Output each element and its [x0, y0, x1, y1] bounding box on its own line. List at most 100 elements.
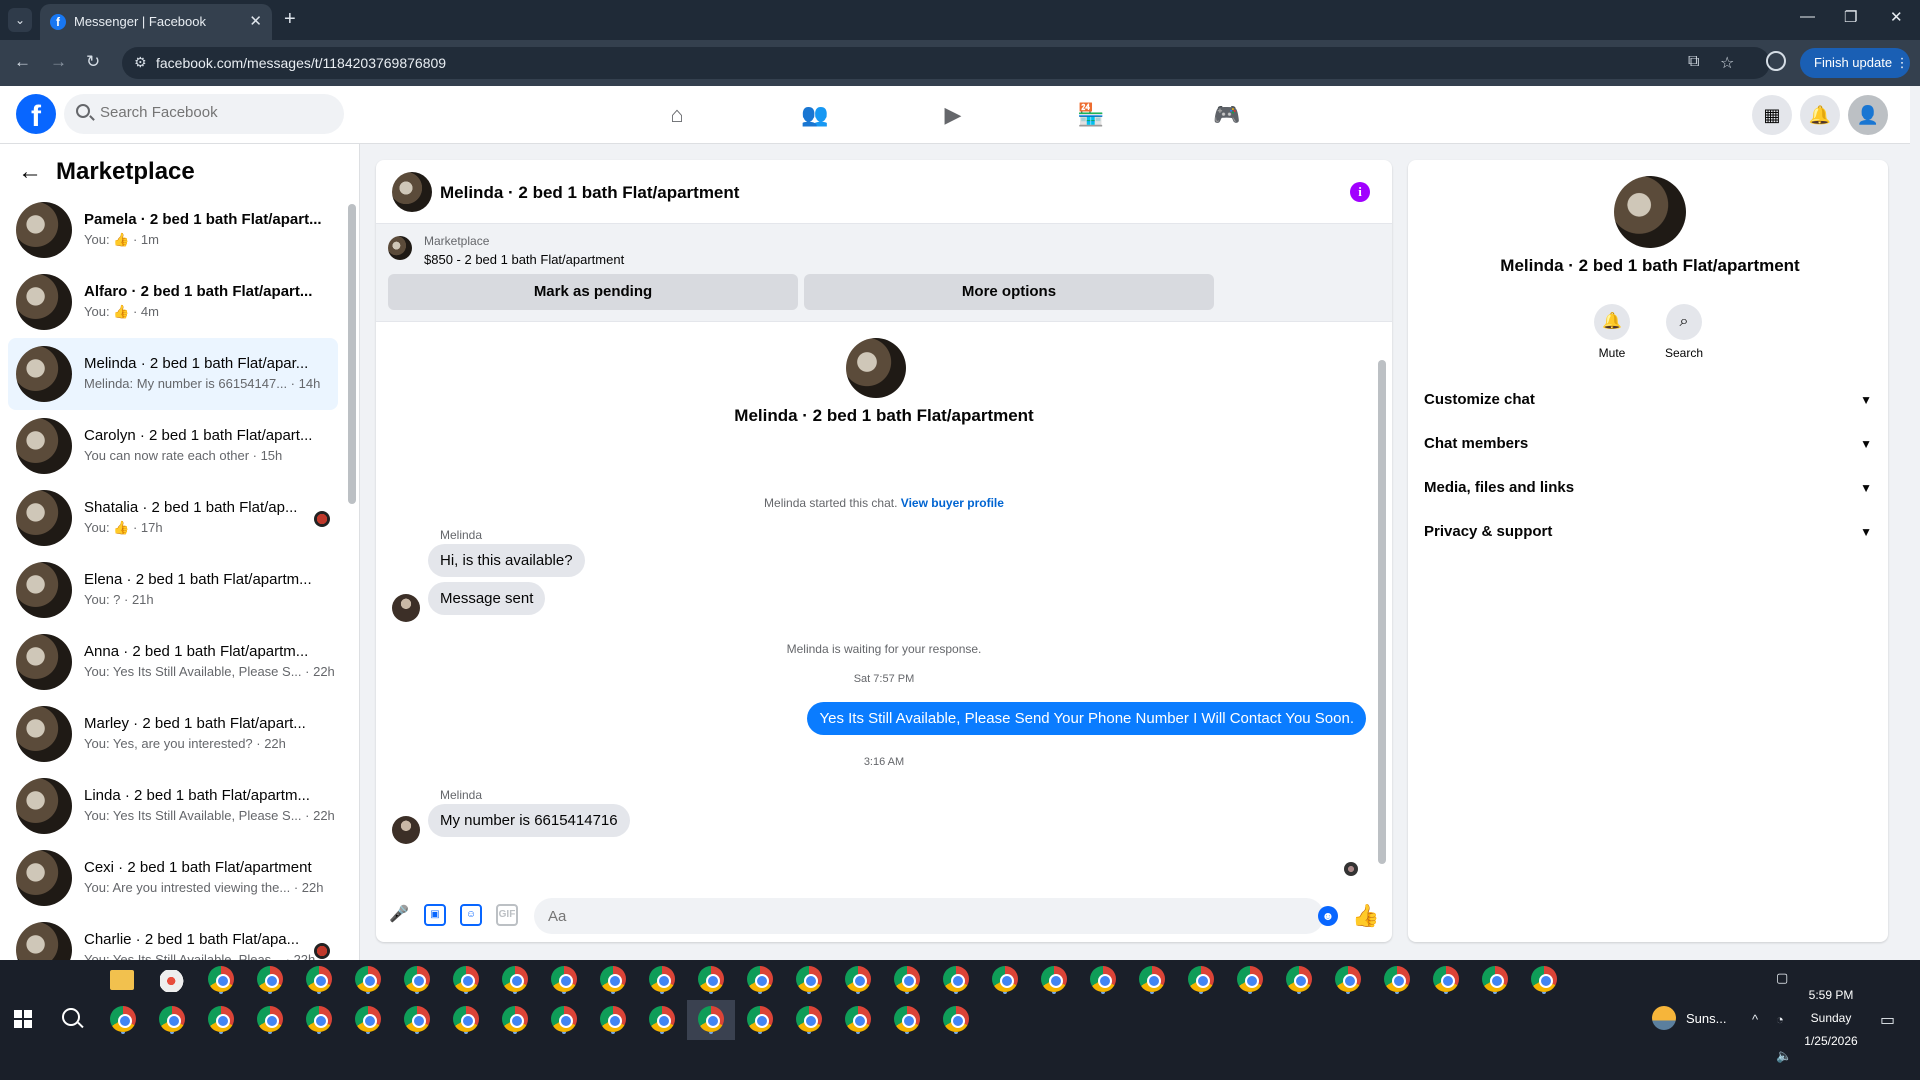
conversation-item[interactable]: Cexi · 2 bed 1 bath Flat/apartment You: A…	[8, 842, 338, 914]
message-bubble[interactable]: My number is 6615414716	[428, 804, 630, 837]
chat-members-row[interactable]: Chat members ▼	[1424, 424, 1872, 464]
sticker-icon[interactable]: ☺	[460, 904, 482, 926]
chrome-taskbar-icon[interactable]	[502, 966, 528, 992]
friends-icon[interactable]: 👥	[760, 92, 870, 138]
conversation-item[interactable]: Charlie · 2 bed 1 bath Flat/apa... You: Y…	[8, 914, 338, 960]
file-explorer-icon[interactable]	[110, 970, 134, 990]
chrome-taskbar-icon[interactable]	[404, 966, 430, 992]
chrome-taskbar-icon[interactable]	[747, 1006, 773, 1032]
conversation-item[interactable]: Shatalia · 2 bed 1 bath Flat/ap... You: 👍…	[8, 482, 338, 554]
search-in-chat-button[interactable]: ⌕ Search	[1654, 304, 1714, 360]
chat-scrollbar[interactable]	[1378, 360, 1386, 864]
conversation-item[interactable]: Linda · 2 bed 1 bath Flat/apartm... You: …	[8, 770, 338, 842]
chrome-taskbar-icon[interactable]	[404, 1006, 430, 1032]
info-icon[interactable]: i	[1350, 182, 1370, 202]
chrome-taskbar-icon[interactable]	[600, 966, 626, 992]
view-buyer-profile-link[interactable]: View buyer profile	[901, 496, 1004, 510]
back-icon[interactable]: ←	[14, 52, 31, 72]
meet-now-icon[interactable]: ▢	[1776, 970, 1788, 986]
mute-button[interactable]: 🔔 Mute	[1582, 304, 1642, 360]
chrome-taskbar-icon[interactable]	[1237, 966, 1263, 992]
chrome-taskbar-icon[interactable]	[698, 1006, 724, 1032]
listing-price[interactable]: $850 - 2 bed 1 bath Flat/apartment	[424, 252, 624, 267]
chrome-taskbar-icon[interactable]	[551, 1006, 577, 1032]
chrome-taskbar-icon[interactable]	[257, 966, 283, 992]
conversation-item[interactable]: Melinda · 2 bed 1 bath Flat/apar... Melin…	[8, 338, 338, 410]
chrome-taskbar-icon[interactable]	[1286, 966, 1312, 992]
chrome-taskbar-icon[interactable]	[306, 966, 332, 992]
forward-icon[interactable]: →	[50, 52, 67, 72]
conversation-item[interactable]: Anna · 2 bed 1 bath Flat/apartm... You: Y…	[8, 626, 338, 698]
account-avatar[interactable]: 👤	[1848, 95, 1888, 135]
chrome-taskbar-icon[interactable]	[943, 966, 969, 992]
emoji-icon[interactable]: ☻	[1318, 906, 1338, 926]
chat-avatar[interactable]	[392, 172, 432, 212]
message-input[interactable]	[534, 898, 1324, 934]
chrome-taskbar-icon[interactable]	[1188, 966, 1214, 992]
chat-title[interactable]: Melinda · 2 bed 1 bath Flat/apartment	[440, 183, 739, 203]
chrome-taskbar-icon[interactable]	[1335, 966, 1361, 992]
url-text[interactable]: facebook.com/messages/t/1184203769876809	[156, 55, 446, 71]
gif-icon[interactable]: GIF	[496, 904, 518, 926]
chrome-taskbar-icon[interactable]	[845, 966, 871, 992]
conversation-item[interactable]: Pamela · 2 bed 1 bath Flat/apart... You: …	[8, 194, 338, 266]
new-tab-icon[interactable]: +	[284, 8, 296, 31]
facebook-search[interactable]	[64, 94, 344, 134]
marketplace-icon[interactable]: 🏪	[1036, 92, 1146, 138]
volume-icon[interactable]: 🔈	[1776, 1048, 1792, 1064]
chrome-taskbar-icon[interactable]	[894, 1006, 920, 1032]
video-icon[interactable]: ▶	[898, 92, 1008, 138]
chrome-taskbar-icon[interactable]	[453, 1006, 479, 1032]
chrome-taskbar-icon[interactable]	[1139, 966, 1165, 992]
chrome-taskbar-icon[interactable]	[306, 1006, 332, 1032]
install-app-icon[interactable]: ⧉	[1688, 53, 1699, 71]
chrome-taskbar-icon[interactable]	[551, 966, 577, 992]
chrome-taskbar-icon[interactable]	[1090, 966, 1116, 992]
omnibox[interactable]: ⚙ facebook.com/messages/t/11842037698768…	[122, 47, 1770, 79]
chrome-taskbar-icon[interactable]	[992, 966, 1018, 992]
chrome-taskbar-icon[interactable]	[796, 1006, 822, 1032]
info-avatar[interactable]	[1614, 176, 1686, 248]
network-icon[interactable]: ◔	[1776, 1012, 1784, 1027]
photo-icon[interactable]: ▣	[424, 904, 446, 926]
sender-avatar[interactable]	[392, 816, 420, 844]
chrome-taskbar-icon[interactable]	[355, 1006, 381, 1032]
paint-icon[interactable]	[160, 970, 188, 992]
weather-text[interactable]: Suns...	[1686, 1011, 1726, 1026]
chrome-taskbar-icon[interactable]	[894, 966, 920, 992]
chrome-taskbar-icon[interactable]	[1531, 966, 1557, 992]
chrome-taskbar-icon[interactable]	[453, 966, 479, 992]
listing-thumbnail[interactable]	[388, 236, 412, 260]
microphone-icon[interactable]: 🎤	[388, 904, 410, 926]
left-scrollbar[interactable]	[348, 204, 356, 504]
menu-grid-icon[interactable]: ▦	[1752, 95, 1792, 135]
customize-chat-row[interactable]: Customize chat ▼	[1424, 380, 1872, 420]
sender-avatar[interactable]	[392, 594, 420, 622]
message-bubble[interactable]: Message sent	[428, 582, 546, 615]
chrome-taskbar-icon[interactable]	[747, 966, 773, 992]
chrome-taskbar-icon[interactable]	[649, 1006, 675, 1032]
close-tab-icon[interactable]: ✕	[249, 12, 262, 30]
more-options-button[interactable]: More options	[804, 274, 1214, 310]
back-arrow-icon[interactable]: ←	[18, 158, 42, 185]
browser-profile-icon[interactable]	[1766, 51, 1786, 71]
chrome-taskbar-icon[interactable]	[698, 966, 724, 992]
chrome-taskbar-icon[interactable]	[1433, 966, 1459, 992]
thumbs-up-icon[interactable]: 👍	[1352, 903, 1379, 929]
media-files-links-row[interactable]: Media, files and links ▼	[1424, 468, 1872, 508]
chrome-taskbar-icon[interactable]	[208, 966, 234, 992]
notifications-bell-icon[interactable]: 🔔	[1800, 95, 1840, 135]
chrome-taskbar-icon[interactable]	[845, 1006, 871, 1032]
conversation-item[interactable]: Alfaro · 2 bed 1 bath Flat/apart... You: …	[8, 266, 338, 338]
site-info-icon[interactable]: ⚙	[134, 54, 147, 71]
minimize-icon[interactable]: —	[1800, 8, 1815, 25]
close-window-icon[interactable]: ✕	[1890, 8, 1903, 26]
windows-start-icon[interactable]	[14, 1010, 32, 1028]
conversation-item[interactable]: Elena · 2 bed 1 bath Flat/apartm... You: …	[8, 554, 338, 626]
my-message-bubble[interactable]: Yes Its Still Available, Please Send You…	[807, 702, 1366, 735]
tab-search-menu-icon[interactable]: ⌄	[8, 8, 32, 32]
facebook-logo-icon[interactable]: f	[16, 94, 56, 134]
bookmark-star-icon[interactable]: ☆	[1720, 53, 1734, 73]
reload-icon[interactable]: ↻	[86, 52, 100, 72]
clock-time[interactable]: 5:59 PM	[1796, 988, 1866, 1002]
